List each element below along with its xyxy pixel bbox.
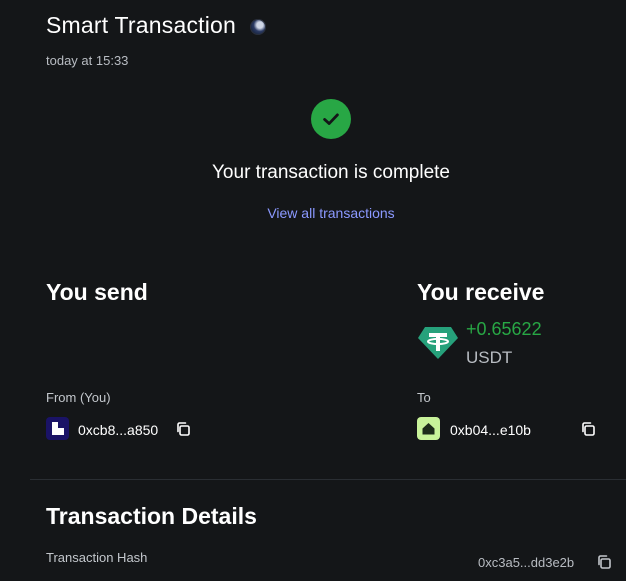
header: Smart Transaction: [46, 12, 267, 39]
to-address: 0xb04...e10b: [450, 422, 531, 438]
to-label: To: [417, 390, 431, 405]
from-address: 0xcb8...a850: [78, 422, 159, 438]
from-label: From (You): [46, 390, 111, 405]
transaction-hash-label: Transaction Hash: [46, 550, 148, 565]
network-icon: [250, 19, 267, 35]
received-amount: +0.65622: [466, 319, 542, 339]
tether-icon: [418, 327, 458, 359]
avatar: [46, 417, 69, 440]
status-message: Your transaction is complete: [212, 162, 450, 183]
receive-heading: You receive: [417, 279, 545, 305]
view-all-transactions-link[interactable]: View all transactions: [0, 205, 626, 221]
details-heading: Transaction Details: [46, 503, 257, 529]
transaction-timestamp: today at 15:33: [46, 53, 129, 68]
section-divider: [30, 479, 626, 480]
account-blockie-icon: [50, 421, 65, 436]
copy-icon[interactable]: [580, 421, 596, 437]
copy-icon[interactable]: [596, 554, 612, 570]
avatar: [417, 417, 440, 440]
page-title: Smart Transaction: [46, 12, 237, 38]
copy-icon[interactable]: [175, 421, 191, 437]
check-circle-icon: [311, 99, 351, 139]
account-blockie-icon: [422, 423, 435, 435]
transaction-hash-value: 0xc3a5...dd3e2b: [478, 555, 575, 570]
checkmark-icon: [323, 113, 339, 125]
received-token-symbol: USDT: [466, 348, 513, 367]
transaction-details-page: Smart Transaction today at 15:33 Your tr…: [0, 0, 626, 581]
send-heading: You send: [46, 279, 148, 305]
